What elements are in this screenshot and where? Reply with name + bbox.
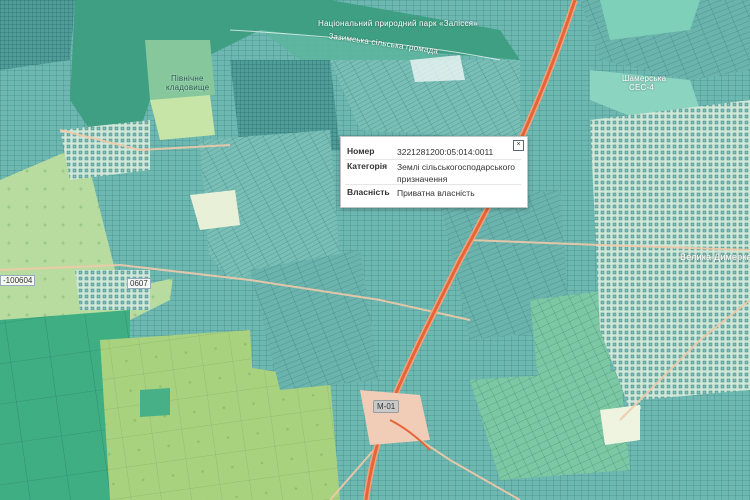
popup-row-category: Категорія Землі сільськогосподарського п… [347, 161, 519, 185]
empty-plot-southeast [600, 405, 640, 445]
cadastre-label-mid: 0607 [127, 278, 151, 289]
popup-key-ownership: Власність [347, 187, 390, 197]
parcels-southeast-corner [640, 390, 750, 500]
popup-row-number: Номер 3221281200:05:014:0011 [347, 146, 519, 158]
settlement-west [75, 270, 150, 310]
park-label: Національний природний парк «Залісся» [318, 19, 478, 28]
popup-key-number: Номер [347, 146, 375, 156]
substation-label-line1: Шамерська [622, 74, 667, 83]
popup-value-ownership: Приватна власність [397, 188, 475, 198]
settlement-northwest [0, 0, 75, 70]
popup-value-category: Землі сільськогосподарського призначення [397, 162, 515, 184]
cadastre-label-left: -100604 [0, 275, 36, 286]
road-interchange [360, 390, 430, 445]
road-m01-badge: М-01 [373, 400, 400, 413]
popup-row-ownership: Власність Приватна власність [347, 187, 519, 199]
popup-value-number: 3221281200:05:014:0011 [397, 147, 494, 157]
cemetery-label-line1: Північне [171, 74, 204, 83]
substation-label-line2: СЕС-4 [629, 83, 655, 92]
popup-key-category: Категорія [347, 161, 388, 171]
popup-divider [345, 159, 521, 160]
village-label: Велика Димерка [680, 252, 750, 262]
cemetery-label-line2: кладовище [166, 83, 210, 92]
popup-divider [345, 184, 521, 185]
parcel-info-popup: × Номер 3221281200:05:014:0011 Категорія… [340, 136, 528, 208]
meadow-area [150, 95, 215, 140]
small-field [140, 388, 170, 417]
